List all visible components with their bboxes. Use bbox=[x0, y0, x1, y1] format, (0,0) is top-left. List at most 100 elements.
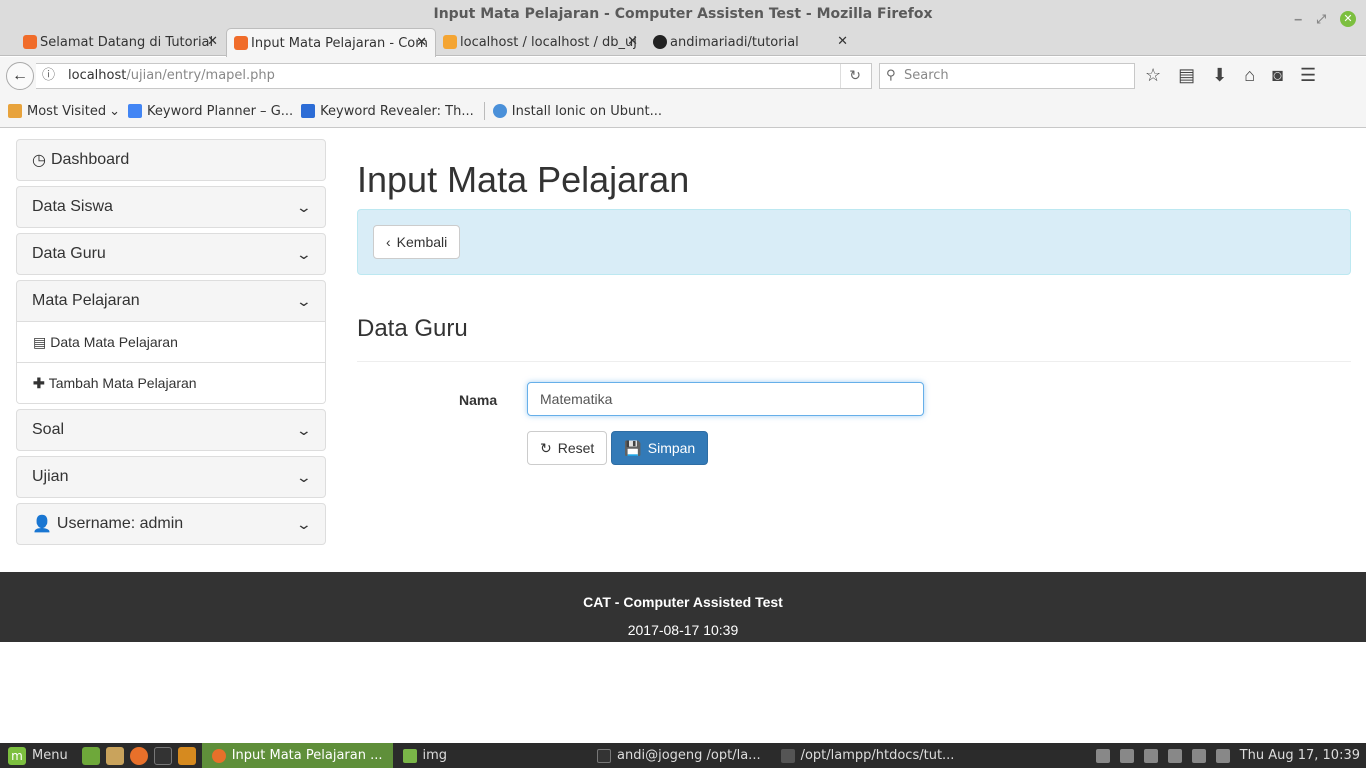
tab-phpmyadmin[interactable]: localhost / localhost / db_uji ✕ bbox=[436, 28, 646, 56]
os-taskbar: m Menu Input Mata Pelajaran ... img andi… bbox=[0, 743, 1366, 768]
navigation-bar: ← ⓘ localhost/ujian/entry/mapel.php ↻ ⚲ … bbox=[0, 57, 1366, 95]
window-title: Input Mata Pelajaran - Computer Assisten… bbox=[433, 6, 933, 22]
chevron-down-icon: ⌄ bbox=[295, 245, 313, 262]
files-icon[interactable] bbox=[105, 746, 124, 765]
nama-field[interactable] bbox=[527, 382, 924, 416]
tab-github[interactable]: andimariadi/tutorial ✕ bbox=[646, 28, 856, 56]
tab-close-icon[interactable]: ✕ bbox=[416, 35, 427, 50]
keyword-revealer-icon bbox=[301, 104, 316, 118]
terminal-icon[interactable] bbox=[153, 746, 172, 765]
github-icon bbox=[653, 35, 667, 49]
close-window-icon[interactable]: ✕ bbox=[1340, 11, 1356, 27]
save-button[interactable]: 💾 Simpan bbox=[611, 431, 709, 465]
task-firefox[interactable]: Input Mata Pelajaran ... bbox=[201, 743, 393, 768]
footer-datetime: 2017-08-17 10:39 bbox=[627, 622, 739, 638]
url-bar[interactable]: ⓘ localhost/ujian/entry/mapel.php ↻ bbox=[36, 63, 872, 89]
user-icon: 👤 bbox=[32, 516, 52, 533]
system-tray: Thu Aug 17, 10:39 bbox=[1095, 748, 1366, 763]
volume-icon[interactable] bbox=[1167, 748, 1182, 763]
page-title: Input Mata Pelajaran bbox=[357, 159, 690, 200]
ionic-icon bbox=[492, 104, 507, 118]
bookmark-keyword-planner[interactable]: Keyword Planner – G... bbox=[128, 104, 293, 119]
bookmark-star-icon[interactable]: ☆ bbox=[1145, 65, 1161, 86]
toolbar-icons: ☆ ▤ ⬇ ⌂ ◙ ☰ bbox=[1145, 65, 1316, 86]
chevron-down-icon: ⌄ bbox=[295, 468, 313, 485]
back-button[interactable]: ← bbox=[6, 62, 34, 90]
list-icon: ▤ bbox=[33, 333, 47, 350]
shield-icon[interactable] bbox=[1119, 748, 1134, 763]
network-icon[interactable] bbox=[1143, 748, 1158, 763]
quick-launch bbox=[76, 746, 202, 765]
sidebar-item-data-guru[interactable]: Data Guru ⌄ bbox=[16, 233, 326, 275]
pocket-icon[interactable]: ◙ bbox=[1272, 65, 1283, 86]
action-bar: ‹ Kembali bbox=[357, 209, 1351, 275]
firefox-icon[interactable] bbox=[129, 746, 148, 765]
search-placeholder: Search bbox=[904, 68, 949, 83]
sidebar-item-mata-pelajaran[interactable]: Mata Pelajaran ⌄ ▤ Data Mata Pelajaran ✚ Ta… bbox=[16, 280, 326, 404]
floppy-disk-icon: 💾 bbox=[624, 439, 642, 456]
bookmark-keyword-revealer[interactable]: Keyword Revealer: Th... bbox=[301, 104, 474, 119]
xampp-icon bbox=[234, 36, 248, 50]
window-titlebar: Input Mata Pelajaran - Computer Assisten… bbox=[0, 0, 1366, 28]
tab-close-icon[interactable]: ✕ bbox=[627, 34, 638, 49]
chevron-down-icon: ⌄ bbox=[295, 292, 313, 309]
url-path: /ujian/entry/mapel.php bbox=[126, 68, 275, 83]
footer-app-name: CAT - Computer Assisted Test bbox=[583, 594, 783, 610]
tab-strip: Selamat Datang di Tutorial ✕ Input Mata … bbox=[0, 28, 1366, 81]
text-editor-icon bbox=[780, 748, 795, 763]
dropbox-icon[interactable] bbox=[1095, 748, 1110, 763]
search-input[interactable]: ⚲ Search bbox=[879, 63, 1135, 89]
firefox-icon bbox=[211, 748, 226, 763]
sidebar-item-soal[interactable]: Soal ⌄ bbox=[16, 409, 326, 451]
reading-list-icon[interactable]: ▤ bbox=[1178, 65, 1195, 86]
reload-icon[interactable]: ↻ bbox=[840, 64, 861, 88]
clock[interactable]: Thu Aug 17, 10:39 bbox=[1240, 748, 1360, 763]
mint-logo-icon: m bbox=[8, 746, 26, 765]
plus-icon: ✚ bbox=[33, 374, 45, 391]
sidebar-item-dashboard[interactable]: ◷ Dashboard bbox=[16, 139, 326, 181]
task-editor[interactable]: /opt/lampp/htdocs/tut... bbox=[771, 743, 965, 768]
bookmark-most-visited[interactable]: Most Visited ⌄ bbox=[8, 104, 120, 119]
folder-icon bbox=[8, 104, 22, 118]
sidebar-item-username[interactable]: 👤 Username: admin ⌄ bbox=[16, 503, 326, 545]
bookmark-install-ionic[interactable]: Install Ionic on Ubunt... bbox=[492, 104, 662, 119]
show-desktop-icon[interactable] bbox=[81, 746, 100, 765]
page-footer: CAT - Computer Assisted Test 2017-08-17 … bbox=[0, 572, 1366, 642]
sidebar: ◷ Dashboard Data Siswa ⌄ Data Guru ⌄ Mata P… bbox=[16, 139, 326, 550]
nama-label: Nama bbox=[459, 392, 498, 408]
settings-icon[interactable] bbox=[1215, 748, 1230, 763]
tab-selamat-datang[interactable]: Selamat Datang di Tutorial ✕ bbox=[16, 28, 226, 56]
task-terminal[interactable]: andi@jogeng /opt/la... bbox=[587, 743, 771, 768]
adwords-icon bbox=[128, 104, 143, 118]
back-link-button[interactable]: ‹ Kembali bbox=[373, 225, 461, 259]
tab-close-icon[interactable]: ✕ bbox=[837, 34, 848, 49]
battery-icon[interactable] bbox=[1191, 748, 1206, 763]
xampp-icon bbox=[23, 35, 37, 49]
sidebar-item-data-siswa[interactable]: Data Siswa ⌄ bbox=[16, 186, 326, 228]
sidebar-subitem-tambah-mata-pelajaran[interactable]: ✚ Tambah Mata Pelajaran bbox=[17, 362, 325, 403]
info-icon[interactable]: ⓘ bbox=[42, 64, 55, 88]
home-icon[interactable]: ⌂ bbox=[1244, 65, 1255, 86]
section-title: Data Guru bbox=[357, 315, 1351, 362]
reset-button[interactable]: ↻ Reset bbox=[527, 431, 608, 465]
page-content: ◷ Dashboard Data Siswa ⌄ Data Guru ⌄ Mata P… bbox=[0, 129, 1366, 743]
task-img-folder[interactable]: img bbox=[393, 743, 458, 768]
download-icon[interactable]: ⬇ bbox=[1212, 65, 1227, 86]
sublime-text-icon[interactable] bbox=[177, 746, 196, 765]
dashboard-icon: ◷ bbox=[32, 152, 46, 169]
phpmyadmin-icon bbox=[443, 35, 457, 49]
start-menu-button[interactable]: m Menu bbox=[0, 743, 76, 768]
folder-icon bbox=[402, 748, 417, 763]
form-row-nama: Nama ↻ Reset 💾 Simpan bbox=[357, 382, 1351, 465]
chevron-down-icon: ⌄ bbox=[295, 198, 313, 215]
sidebar-item-ujian[interactable]: Ujian ⌄ bbox=[16, 456, 326, 498]
sidebar-subitem-data-mata-pelajaran[interactable]: ▤ Data Mata Pelajaran bbox=[17, 321, 325, 362]
tab-close-icon[interactable]: ✕ bbox=[207, 34, 218, 49]
chevron-down-icon: ⌄ bbox=[295, 515, 313, 532]
tab-input-mata-pelajaran[interactable]: Input Mata Pelajaran - Com ✕ bbox=[226, 28, 436, 57]
hamburger-menu-icon[interactable]: ☰ bbox=[1300, 65, 1316, 86]
chevron-down-icon: ⌄ bbox=[109, 103, 121, 119]
bookmark-separator bbox=[483, 102, 485, 120]
terminal-icon bbox=[597, 748, 612, 763]
form-actions: ↻ Reset 💾 Simpan bbox=[527, 431, 709, 465]
